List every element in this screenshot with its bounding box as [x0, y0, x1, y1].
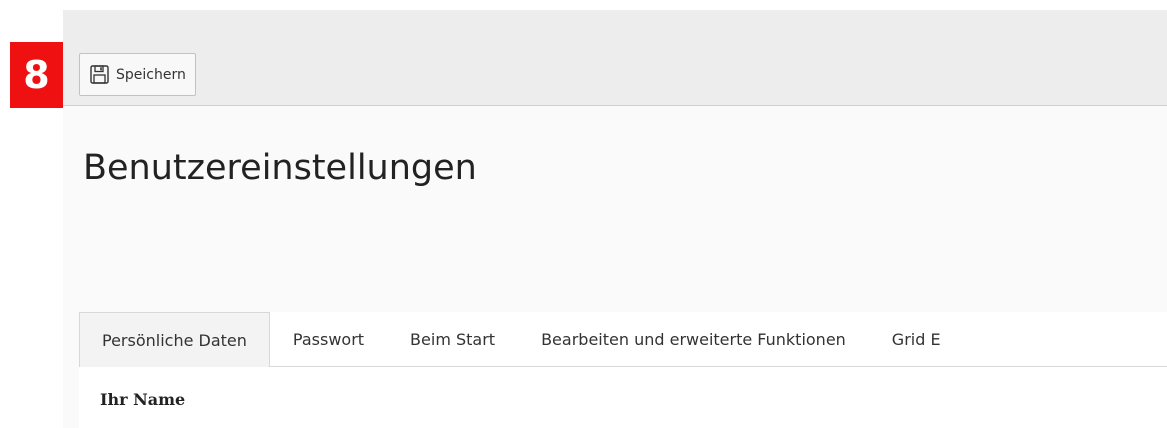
tab-grid[interactable]: Grid E: [869, 312, 964, 367]
toolbar: Speichern: [63, 10, 1167, 106]
page-title: Benutzereinstellungen: [83, 148, 477, 188]
tab-persoenliche-daten[interactable]: Persönliche Daten: [79, 312, 270, 367]
name-field-label: Ihr Name: [100, 390, 186, 409]
main-content: Benutzereinstellungen Persönliche Daten …: [63, 106, 1167, 428]
tab-passwort[interactable]: Passwort: [270, 312, 387, 367]
settings-panel: Persönliche Daten Passwort Beim Start Be…: [79, 312, 1167, 428]
save-button[interactable]: Speichern: [79, 53, 196, 96]
tab-beim-start[interactable]: Beim Start: [387, 312, 518, 367]
step-number-badge: 8: [10, 42, 63, 108]
tab-bearbeiten-und-erweiterte-funktionen[interactable]: Bearbeiten und erweiterte Funktionen: [518, 312, 869, 367]
save-button-label: Speichern: [116, 66, 186, 83]
tab-bar: Persönliche Daten Passwort Beim Start Be…: [79, 312, 1167, 367]
floppy-disk-icon: [90, 65, 109, 84]
